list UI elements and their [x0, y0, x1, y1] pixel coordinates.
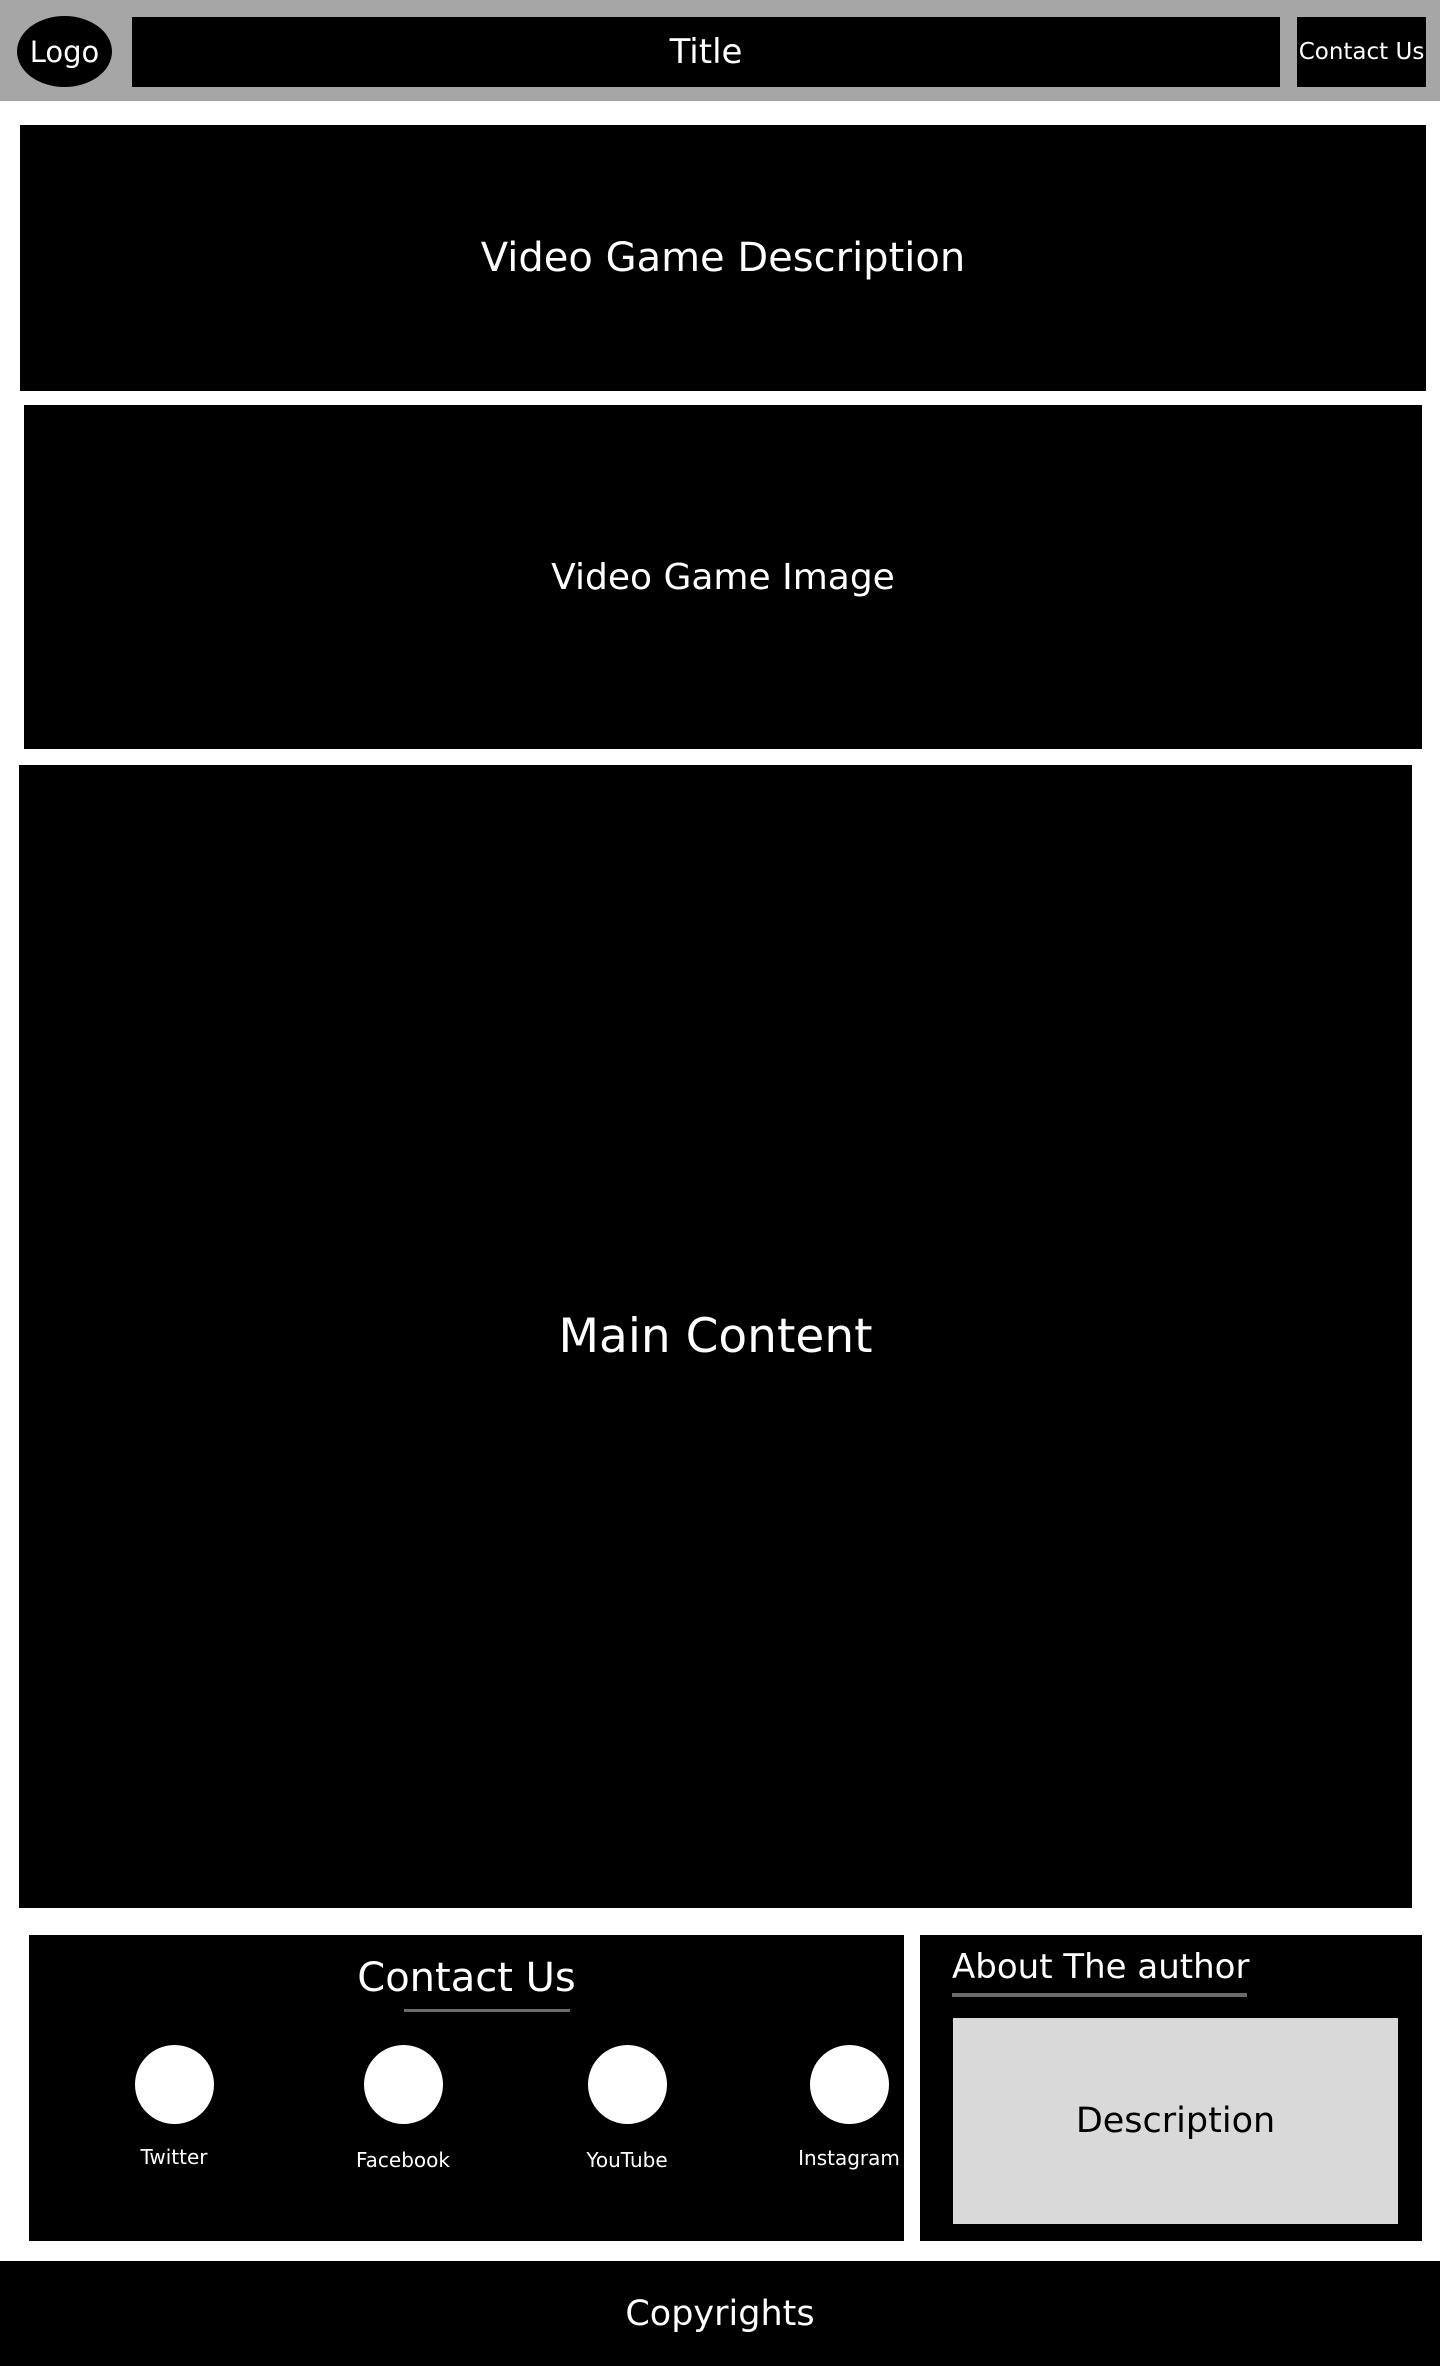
video-game-image: Video Game Image: [24, 405, 1422, 749]
title-text: Title: [669, 32, 743, 72]
main-content: Main Content: [19, 765, 1412, 1908]
twitter-icon[interactable]: [134, 2045, 214, 2124]
page-title: Title: [132, 17, 1280, 87]
author-description: Description: [953, 2018, 1398, 2224]
video-game-description-text: Video Game Description: [480, 235, 966, 281]
instagram-icon[interactable]: [809, 2045, 889, 2124]
social-link-instagram[interactable]: Instagram: [784, 2045, 914, 2170]
copyright-text: Copyrights: [625, 2293, 815, 2334]
social-label-youtube: YouTube: [586, 2148, 668, 2172]
contact-us-button[interactable]: Contact Us: [1297, 17, 1426, 87]
about-heading: About The author: [952, 1947, 1250, 1987]
youtube-icon[interactable]: [587, 2045, 667, 2124]
contact-heading-underline: [404, 2009, 570, 2012]
about-heading-underline: [952, 1993, 1247, 1997]
site-header: Logo Title Contact Us: [0, 0, 1440, 101]
logo[interactable]: Logo: [17, 16, 112, 87]
author-description-text: Description: [1075, 2101, 1276, 2141]
about-author-panel: About The author Description: [920, 1935, 1422, 2241]
facebook-icon[interactable]: [363, 2045, 443, 2124]
social-label-facebook: Facebook: [356, 2148, 450, 2172]
contact-us-button-label: Contact Us: [1298, 39, 1425, 65]
social-label-twitter: Twitter: [140, 2145, 208, 2169]
social-label-instagram: Instagram: [798, 2146, 900, 2170]
main-content-text: Main Content: [558, 1309, 873, 1364]
social-link-facebook[interactable]: Facebook: [338, 2045, 468, 2172]
logo-text: Logo: [29, 34, 100, 69]
video-game-description: Video Game Description: [20, 125, 1426, 391]
contact-heading: Contact Us: [357, 1955, 576, 2001]
social-link-twitter[interactable]: Twitter: [109, 2045, 239, 2169]
contact-panel: Contact Us Twitter Facebook YouTube Inst…: [29, 1935, 904, 2241]
video-game-image-text: Video Game Image: [551, 556, 895, 598]
social-link-youtube[interactable]: YouTube: [562, 2045, 692, 2172]
site-footer: Copyrights: [0, 2261, 1440, 2366]
